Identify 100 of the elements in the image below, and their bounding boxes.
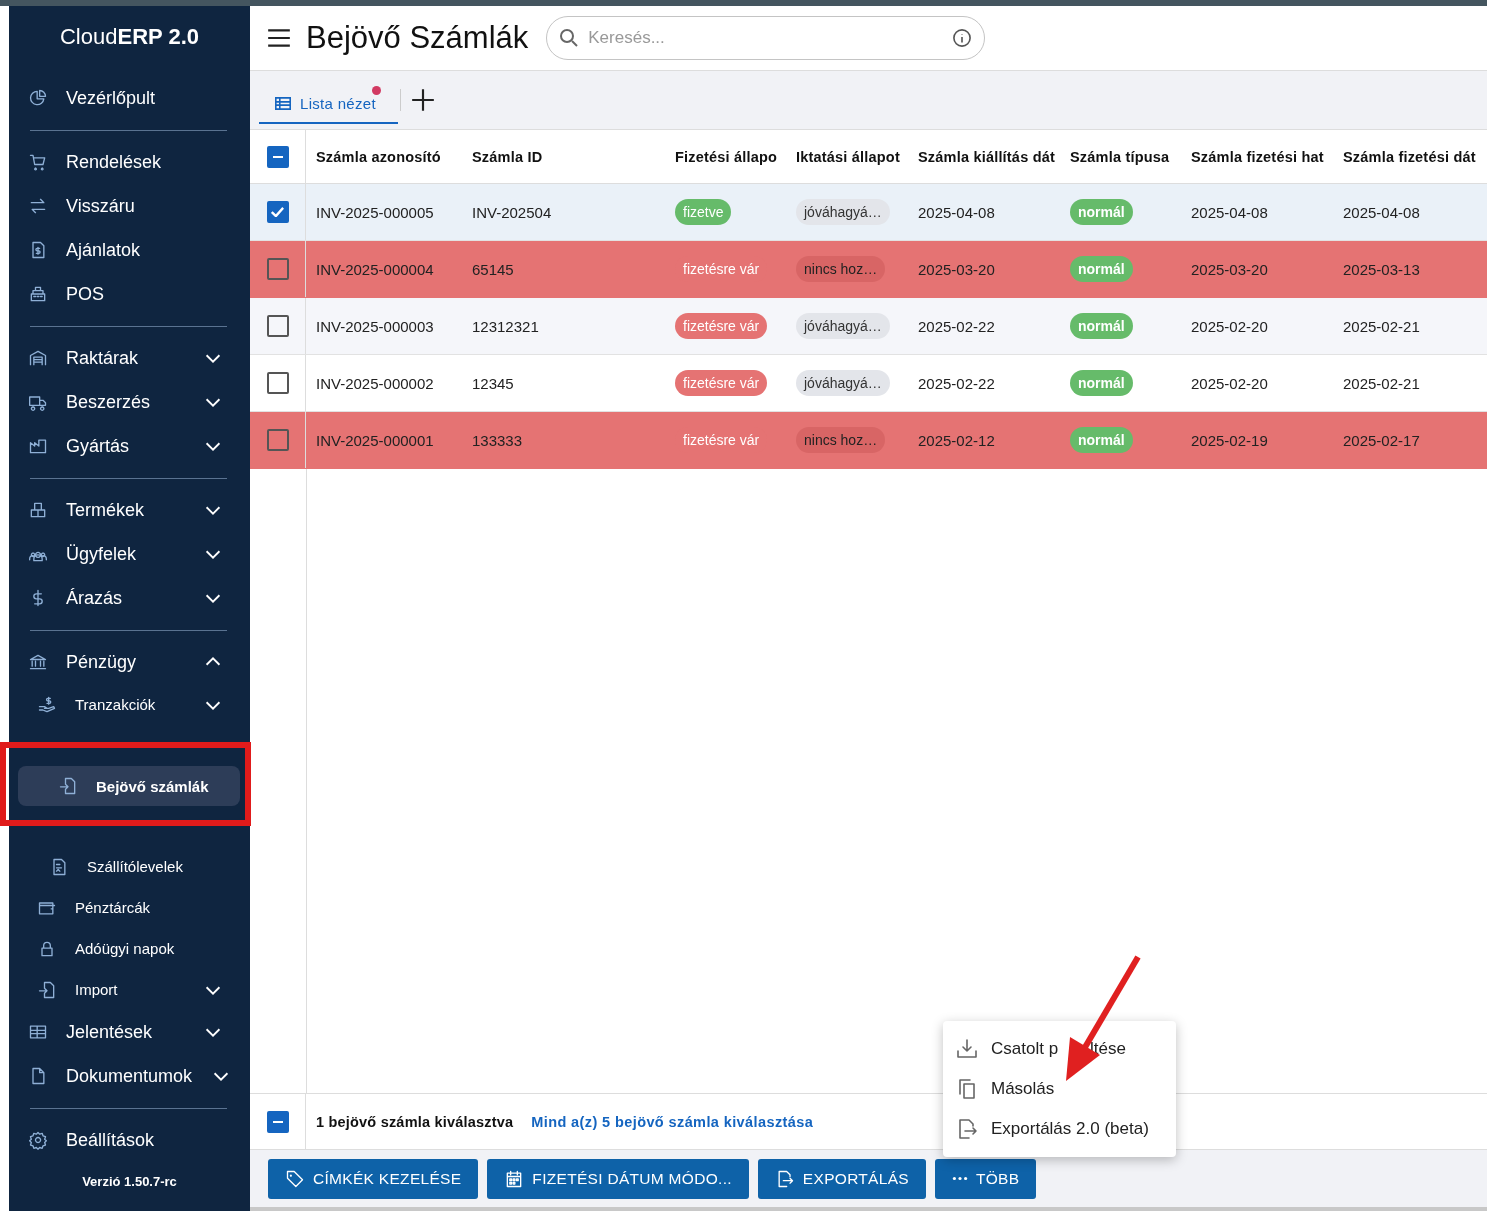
version-label: Verzió 1.50.7-rc bbox=[81, 1174, 178, 1189]
sidebar-item[interactable]: Vezérlőpult bbox=[9, 76, 250, 120]
view-tab[interactable]: Lista nézet bbox=[259, 84, 398, 124]
table-row[interactable]: INV-2025-000003 12312321 fizetésre vár jóváhagyá… 2025-02-22 normál 2025-02-20 2025-02-21 bbox=[250, 298, 1487, 355]
selection-count: 1 bejövő számla kiválasztva bbox=[315, 1113, 514, 1130]
status-chip: jóváhagyá… bbox=[796, 370, 890, 396]
table-cell-text: 2025-03-20 bbox=[917, 260, 996, 278]
sidebar-item[interactable]: Pénztárcák bbox=[9, 887, 250, 928]
register-icon bbox=[28, 284, 48, 304]
hand-dollar-icon bbox=[37, 694, 57, 715]
download-icon bbox=[955, 1037, 979, 1061]
sidebar-item[interactable]: Szállítólevelek bbox=[9, 846, 250, 887]
pie-icon bbox=[28, 88, 48, 108]
column-header[interactable]: Számla típusa bbox=[1060, 148, 1181, 165]
status-chip: nincs hoz… bbox=[796, 427, 886, 453]
column-header[interactable]: Számla ID bbox=[462, 148, 665, 165]
action-button[interactable]: CÍMKÉK KEZELÉSE bbox=[268, 1158, 479, 1199]
sidebar-item[interactable]: POS bbox=[9, 272, 250, 316]
table-cell-text: INV-2025-000001 bbox=[315, 431, 435, 449]
row-checkbox[interactable] bbox=[266, 258, 289, 280]
table-cell-text: 133333 bbox=[471, 431, 524, 449]
table-cell-text: 2025-02-21 bbox=[1342, 317, 1421, 335]
type-chip: normál bbox=[1070, 427, 1133, 453]
search-icon bbox=[560, 29, 579, 47]
action-button[interactable]: TÖBB bbox=[934, 1158, 1037, 1199]
table-cell-text: 2025-02-22 bbox=[917, 317, 996, 335]
column-header[interactable]: Fizetési állapo bbox=[665, 148, 786, 165]
selection-checkbox[interactable] bbox=[266, 1110, 289, 1133]
sidebar-item[interactable]: Import bbox=[9, 969, 250, 1010]
type-chip: normál bbox=[1070, 256, 1133, 282]
app-logo: CloudERP 2.0 bbox=[59, 23, 200, 51]
sidebar-item[interactable]: Raktárak bbox=[9, 336, 250, 380]
sidebar-item[interactable]: Ügyfelek bbox=[9, 532, 250, 576]
menu-item[interactable]: Csatolt p ltése bbox=[943, 1029, 1176, 1069]
type-chip: normál bbox=[1070, 199, 1133, 225]
sidebar-item[interactable]: Tranzakciók bbox=[9, 684, 250, 725]
sidebar-item[interactable]: Dokumentumok bbox=[9, 1054, 250, 1098]
column-header[interactable]: Számla fizetési hat bbox=[1181, 148, 1333, 165]
table-cell-text: 12312321 bbox=[471, 317, 540, 335]
sidebar-item[interactable]: Visszáru bbox=[9, 184, 250, 228]
table-row[interactable]: INV-2025-000001 133333 fizetésre vár nincs hoz… 2025-02-12 normál 2025-02-19 2025-02-17 bbox=[250, 412, 1487, 469]
table-cell-text: 2025-04-08 bbox=[1342, 203, 1421, 221]
tag-icon bbox=[285, 1168, 305, 1189]
status-chip: nincs hoz… bbox=[796, 256, 886, 282]
table-cell-text: 2025-04-08 bbox=[1190, 203, 1269, 221]
menu-item[interactable]: Másolás bbox=[943, 1069, 1176, 1109]
sidebar-item[interactable]: Gyártás bbox=[9, 424, 250, 468]
table-row[interactable]: INV-2025-000004 65145 fizetésre vár nincs hoz… 2025-03-20 normál 2025-03-20 2025-03-13 bbox=[250, 241, 1487, 298]
menu-item[interactable]: Exportálás 2.0 (beta) bbox=[943, 1109, 1176, 1149]
table-cell-text: 2025-02-12 bbox=[917, 431, 996, 449]
select-all-link[interactable]: Mind a(z) 5 bejövő számla kiválasztása bbox=[513, 1113, 814, 1130]
table-cell-text: INV-2025-000004 bbox=[315, 260, 435, 278]
row-checkbox[interactable] bbox=[266, 372, 289, 394]
add-icon[interactable] bbox=[409, 87, 436, 113]
sidebar-item[interactable]: Ajánlatok bbox=[9, 228, 250, 272]
sidebar-item[interactable]: Bejövő számlák bbox=[18, 766, 240, 806]
sidebar-item[interactable]: Beállítások bbox=[9, 1118, 250, 1162]
table-cell-text: 2025-02-20 bbox=[1190, 374, 1269, 392]
info-icon[interactable] bbox=[953, 29, 972, 47]
table-row[interactable]: INV-2025-000005 INV-202504 fizetve jóváhagyá… 2025-04-08 normál 2025-04-08 2025-04-08 bbox=[250, 184, 1487, 241]
column-header[interactable]: Számla fizetési dát bbox=[1333, 148, 1487, 165]
sidebar-item[interactable]: Adóügyi napok bbox=[9, 928, 250, 969]
table-icon bbox=[275, 96, 291, 110]
action-button[interactable]: EXPORTÁLÁS bbox=[757, 1158, 926, 1199]
type-chip: normál bbox=[1070, 313, 1133, 339]
page-title: Bejövő Számlák bbox=[306, 20, 529, 56]
status-chip: fizetésre vár bbox=[675, 370, 768, 396]
doc-in-icon bbox=[58, 776, 78, 796]
sidebar-item[interactable]: Beszerzés bbox=[9, 380, 250, 424]
warehouse-icon bbox=[28, 348, 48, 368]
search-field[interactable]: Keresés... bbox=[546, 16, 986, 60]
swap-icon bbox=[28, 196, 48, 216]
doc-in-icon bbox=[37, 979, 57, 1000]
cart-icon bbox=[28, 152, 48, 172]
action-button[interactable]: FIZETÉSI DÁTUM MÓDO... bbox=[487, 1158, 749, 1199]
table-cell-text: INV-2025-000003 bbox=[315, 317, 435, 335]
row-checkbox[interactable] bbox=[266, 429, 289, 451]
status-chip: fizetésre vár bbox=[675, 313, 768, 339]
type-chip: normál bbox=[1070, 370, 1133, 396]
boxes-icon bbox=[28, 500, 48, 520]
sidebar-item[interactable]: Jelentések bbox=[9, 1010, 250, 1054]
sidebar-item[interactable]: Rendelések bbox=[9, 140, 250, 184]
table-cell-text: 2025-02-17 bbox=[1342, 431, 1421, 449]
check-icon bbox=[271, 207, 284, 217]
column-header[interactable]: Számla kiállítás dát bbox=[908, 148, 1060, 165]
table-cell-text: INV-2025-000005 bbox=[315, 203, 435, 221]
table-cell-text: 2025-02-21 bbox=[1342, 374, 1421, 392]
column-header[interactable]: Iktatási állapot bbox=[786, 148, 908, 165]
column-header[interactable]: Számla azonosító bbox=[306, 148, 462, 165]
select-all-checkbox[interactable] bbox=[266, 145, 289, 168]
sidebar-item[interactable]: Árazás bbox=[9, 576, 250, 620]
table-cell-text: 65145 bbox=[471, 260, 515, 278]
dots-icon bbox=[951, 1176, 968, 1181]
row-checkbox[interactable] bbox=[266, 315, 289, 337]
sidebar-item[interactable]: Pénzügy bbox=[9, 640, 250, 684]
table-cell-text: 2025-02-19 bbox=[1190, 431, 1269, 449]
status-chip: fizetve bbox=[675, 199, 732, 225]
row-checkbox[interactable] bbox=[266, 201, 289, 223]
sidebar-item[interactable]: Termékek bbox=[9, 488, 250, 532]
table-cell-text: 2025-02-22 bbox=[917, 374, 996, 392]
